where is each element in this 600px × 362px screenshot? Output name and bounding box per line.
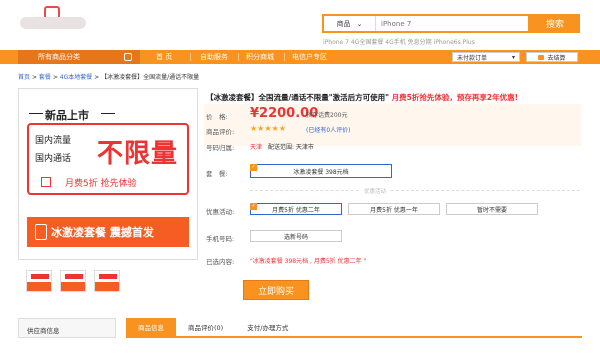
promo-discount-text: 月费5折 抢先体验: [65, 179, 137, 189]
breadcrumb-separator: >: [31, 74, 37, 81]
breadcrumb-separator: >: [94, 74, 100, 81]
choose-number-button[interactable]: 选新号码: [250, 230, 342, 242]
supplier-info-panel: 供应商信息: [18, 318, 116, 338]
delivery-range: 配送范围: 天津市: [267, 144, 314, 151]
nav-item-points-mall[interactable]: 积分商城: [246, 50, 274, 64]
package-option[interactable]: ✓ 冰激凌套餐 398元档: [250, 164, 392, 178]
region-city: 天津: [250, 144, 263, 151]
all-categories-label: 所有商品分类: [38, 53, 80, 61]
breadcrumb-separator: >: [52, 74, 58, 81]
section-divider: [250, 190, 580, 191]
discount-option-label: 月费5折 优惠二年: [272, 206, 320, 214]
chosen-summary: "冰激凌套餐 398元档 , 月费5折 优惠二年 ": [250, 258, 367, 265]
phone-number-label: 手机号码:: [206, 235, 235, 243]
prepay-note: 预存话费200元: [306, 112, 348, 119]
product-main-image: 新品上市 国内流量 国内通话 不限量 月费5折 抢先体验 冰激凌套餐 震撼首发: [18, 88, 198, 260]
package-label: 套 餐:: [206, 170, 228, 178]
price-label: 价 格:: [206, 113, 228, 121]
promo-banner-text: 冰激凌套餐 震撼首发: [51, 226, 154, 239]
discount-option-label: 月费5折 优惠一年: [370, 206, 418, 214]
thumbnail-item[interactable]: [60, 270, 86, 292]
badge-rule: [101, 113, 115, 114]
tab-product-info[interactable]: 商品信息: [126, 318, 176, 336]
discount-label: 优惠活动:: [206, 208, 235, 216]
selected-tag-icon: ✓: [250, 203, 257, 210]
nav-item-home[interactable]: 首 页: [156, 50, 172, 64]
breadcrumb: 首页 > 套餐 > 4G本地套餐 > 【冰激凌套餐】全国流量/通话不限量: [18, 72, 199, 81]
chosen-label: 已选内容:: [206, 258, 235, 266]
unpaid-orders-label: 未付款订单: [457, 54, 488, 62]
thumbnail-item[interactable]: [26, 270, 52, 292]
sim-card-icon: [35, 224, 47, 240]
logo-text-blurred: [20, 17, 86, 29]
tab-payment-methods[interactable]: 支付/办理方式: [235, 318, 300, 336]
selected-tag-icon: ✓: [250, 164, 257, 171]
breadcrumb-level2[interactable]: 4G本地套餐: [60, 74, 92, 81]
badge-rule: [29, 113, 43, 114]
product-title-promo: 月费5折抢先体验，预存再享2年优惠!: [391, 93, 519, 102]
product-title: 【冰激凌套餐】全国流量/通话不限量"激活后方可使用" 月费5折抢先体验，预存再享…: [206, 92, 518, 103]
buy-now-button[interactable]: 立即购买: [243, 280, 309, 300]
discount-option-two-years[interactable]: ✓ 月费5折 优惠二年: [250, 203, 342, 215]
search-category-select[interactable]: 商品 ⌄: [324, 16, 376, 31]
nav-item-telecom-zone[interactable]: 电信户专区: [292, 50, 327, 64]
detail-tabs: 商品信息 商品评价(0) 支付/办理方式: [126, 318, 582, 338]
search-bar: 商品 ⌄: [322, 14, 530, 33]
rating-label: 商品评价:: [206, 128, 235, 136]
product-title-main: 【冰激凌套餐】全国流量/通话不限量"激活后方可使用": [206, 93, 390, 102]
hot-search-words[interactable]: iPhone 7 4G全国套餐 4G手机 免息分期 iPhone6s Plus: [323, 37, 475, 46]
discount-option-label: 暂时不需要: [476, 206, 507, 214]
search-button[interactable]: 搜索: [530, 14, 580, 33]
nav-divider: [238, 53, 239, 61]
nav-item-self-service[interactable]: 自助服务: [200, 50, 228, 64]
promo-line-calls: 国内通话: [35, 154, 72, 164]
discount-option-none[interactable]: 暂时不需要: [446, 203, 538, 215]
cart-icon: [538, 54, 545, 60]
search-category-label: 商品: [336, 19, 351, 28]
search-input[interactable]: [376, 16, 528, 31]
tab-product-reviews[interactable]: 商品评价(0): [176, 318, 235, 336]
thumbnail-item[interactable]: [94, 270, 120, 292]
all-categories-menu[interactable]: 所有商品分类: [18, 50, 140, 64]
reviews-link[interactable]: (已经有0人评价): [306, 125, 351, 134]
discount-option-one-year[interactable]: 月费5折 优惠一年: [348, 203, 440, 215]
discount-divider-text: 优惠活动: [360, 187, 391, 195]
unpaid-orders-dropdown[interactable]: 未付款订单 ▾: [452, 52, 520, 62]
breadcrumb-current: 【冰激凌套餐】全国流量/通话不限量: [101, 74, 200, 81]
thumbnail-list: [26, 270, 120, 292]
star-rating-icon: ★★★★★: [250, 124, 286, 133]
breadcrumb-level1[interactable]: 套餐: [39, 74, 51, 81]
site-logo[interactable]: [14, 6, 92, 34]
breadcrumb-home[interactable]: 首页: [18, 74, 30, 81]
menu-toggle-icon: [124, 53, 132, 61]
region-label: 号码归属:: [206, 144, 235, 152]
new-product-badge: 新品上市: [45, 109, 89, 122]
promo-banner: 冰激凌套餐 震撼首发: [27, 217, 189, 247]
promo-line-data: 国内流量: [35, 136, 72, 146]
nav-divider: [190, 53, 191, 61]
checkbox-icon: [41, 177, 51, 187]
chevron-down-icon: ▾: [511, 53, 515, 61]
promo-headline: 不限量: [97, 139, 179, 169]
package-option-label: 冰激凌套餐 398元档: [293, 168, 349, 176]
checkout-button[interactable]: 去结算: [526, 52, 578, 62]
region-info: 天津 配送范围: 天津市: [250, 142, 314, 151]
chevron-down-icon: ⌄: [356, 19, 363, 28]
checkout-label: 去结算: [547, 54, 566, 62]
nav-divider: [284, 53, 285, 61]
